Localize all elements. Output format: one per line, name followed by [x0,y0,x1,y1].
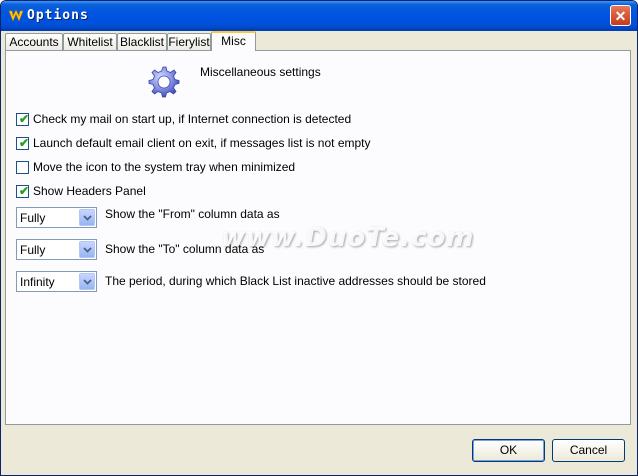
tab-misc[interactable]: Misc [211,31,256,51]
from-display-select[interactable]: Fully [16,207,97,228]
checkbox-box[interactable]: ✔ [16,112,30,126]
options-window: Options ✕ Accounts Whitelist Blacklist F… [0,0,638,476]
chevron-down-icon[interactable] [79,241,95,258]
checkbox-label: Move the icon to the system tray when mi… [33,160,296,174]
chevron-down-icon[interactable] [79,209,95,226]
checkmark-icon: ✔ [19,136,30,150]
close-button[interactable]: ✕ [610,5,631,26]
app-icon [8,9,24,22]
checkmark-icon: ✔ [19,184,30,198]
blacklist-period-select[interactable]: Infinity [16,271,97,292]
select-value: Fully [20,211,46,225]
title-bar[interactable]: Options ✕ [1,1,637,31]
checkbox-box[interactable]: ✔ [16,184,30,198]
checkbox-box[interactable]: ✔ [16,136,30,150]
checkbox-label: Check my mail on start up, if Internet c… [33,112,352,126]
from-display-label: Show the "From" column data as [105,207,280,221]
settings-heading: Miscellaneous settings [200,65,321,79]
checkbox-label: Launch default email client on exit, if … [33,136,371,150]
ok-button[interactable]: OK [472,439,545,462]
checkbox-box[interactable] [16,161,29,174]
tab-accounts[interactable]: Accounts [5,33,63,50]
checkbox-label: Show Headers Panel [33,184,146,198]
to-display-select[interactable]: Fully [16,239,97,260]
checkmark-icon: ✔ [19,112,30,126]
gear-icon [148,66,180,98]
select-value: Fully [20,243,46,257]
cancel-button[interactable]: Cancel [552,439,625,462]
watermark-text: www.DuoTe.com [221,223,475,253]
tab-blacklist[interactable]: Blacklist [117,33,167,50]
tab-fierylist[interactable]: Fierylist [167,33,211,50]
select-value: Infinity [20,275,55,289]
chevron-down-icon[interactable] [79,273,95,290]
tab-whitelist[interactable]: Whitelist [63,33,117,50]
window-title: Options [27,8,89,23]
blacklist-period-label: The period, during which Black List inac… [105,274,486,288]
